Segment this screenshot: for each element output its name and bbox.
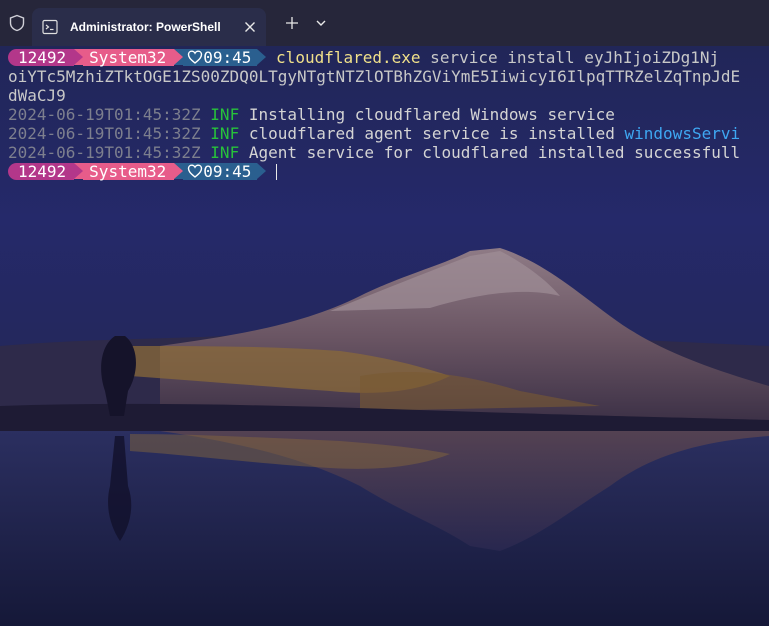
prompt-time: 09:45 xyxy=(203,48,252,67)
prompt-separator xyxy=(74,49,84,65)
heart-icon xyxy=(188,50,203,64)
chevron-down-icon[interactable] xyxy=(314,16,328,30)
prompt-time: 09:45 xyxy=(203,162,252,181)
prompt-separator xyxy=(174,163,184,179)
title-bar: Administrator: PowerShell xyxy=(0,0,769,46)
log-level: INF xyxy=(210,124,240,143)
log-timestamp: 2024-06-19T01:45:32Z xyxy=(8,105,201,124)
terminal-output: 12492 System32 09:45 cloudflared.exe servi… xyxy=(8,48,769,181)
prompt-separator xyxy=(257,163,267,179)
tab-powershell[interactable]: Administrator: PowerShell xyxy=(32,8,266,46)
prompt-separator xyxy=(174,49,184,65)
prompt-time-segment: 09:45 xyxy=(183,162,258,181)
command-args: oiYTc5MzhiZTktOGE1ZS00ZDQ0LTgyNTgtNTZlOT… xyxy=(8,67,741,86)
prompt-separator xyxy=(257,49,267,65)
tab-title: Administrator: PowerShell xyxy=(70,20,221,34)
heart-icon xyxy=(188,164,203,178)
text-cursor[interactable] xyxy=(276,164,278,180)
log-message: cloudflared agent service is installed xyxy=(239,124,625,143)
prompt-path: System32 xyxy=(83,163,175,180)
log-line: 2024-06-19T01:45:32Z INF Agent service f… xyxy=(8,143,769,162)
log-level: INF xyxy=(210,105,240,124)
command-exe: cloudflared.exe xyxy=(276,48,421,67)
log-message: Installing cloudflared Windows service xyxy=(239,105,615,124)
log-level: INF xyxy=(210,143,240,162)
log-message: Agent service for cloudflared installed … xyxy=(239,143,741,162)
command-continuation: oiYTc5MzhiZTktOGE1ZS00ZDQ0LTgyNTgtNTZlOT… xyxy=(8,67,769,86)
command-args: dWaCJ9 xyxy=(8,86,66,105)
log-line: 2024-06-19T01:45:32Z INF cloudflared age… xyxy=(8,124,769,143)
shield-icon xyxy=(9,14,25,32)
command-line: 12492 System32 09:45 cloudflared.exe servi… xyxy=(8,48,769,67)
prompt-path: System32 xyxy=(83,49,175,66)
prompt-separator xyxy=(74,163,84,179)
log-field-key: windowsServi xyxy=(624,124,741,143)
log-timestamp: 2024-06-19T01:45:32Z xyxy=(8,124,201,143)
log-timestamp: 2024-06-19T01:45:32Z xyxy=(8,143,201,162)
command-args: service install eyJhIjoiZDg1Nj xyxy=(420,48,720,67)
close-icon[interactable] xyxy=(242,19,258,35)
prompt-line: 12492 System32 09:45 xyxy=(8,162,769,181)
prompt-time-segment: 09:45 xyxy=(183,48,258,67)
terminal-icon xyxy=(42,19,58,35)
log-line: 2024-06-19T01:45:32Z INF Installing clou… xyxy=(8,105,769,124)
command-continuation: dWaCJ9 xyxy=(8,86,769,105)
prompt-pid: 12492 xyxy=(8,163,75,180)
plus-icon[interactable] xyxy=(284,15,300,31)
terminal-area[interactable]: 12492 System32 09:45 cloudflared.exe servi… xyxy=(0,46,769,626)
prompt-pid: 12492 xyxy=(8,49,75,66)
